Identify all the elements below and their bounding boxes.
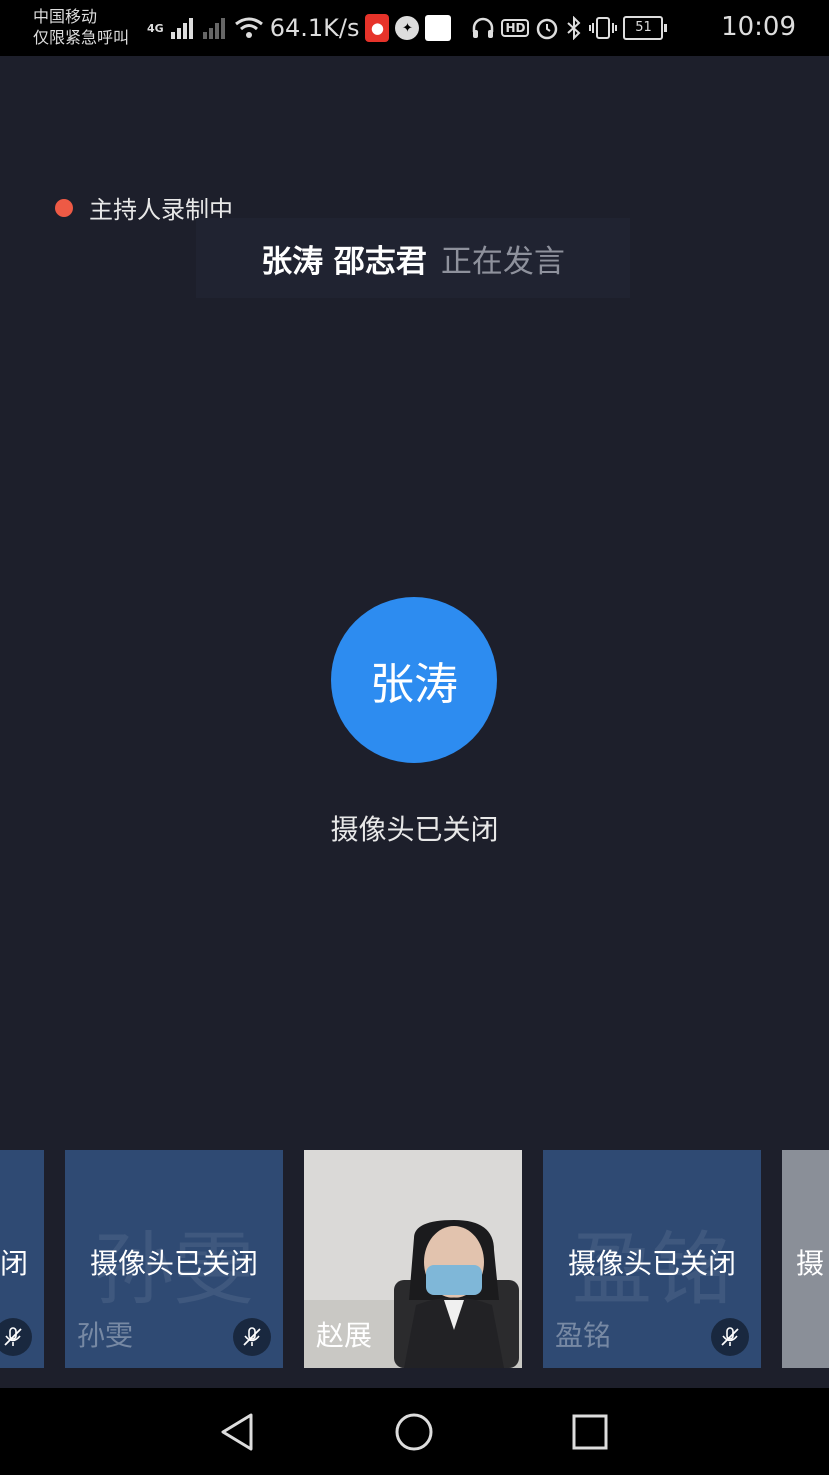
signal-icon [170,18,193,39]
speaking-status: 正在发言 [440,243,565,280]
navigation-bar [0,1388,829,1475]
carrier-info: 中国移动 仅限紧急呼叫 [33,6,129,48]
participant-tile[interactable]: 孙雯 摄像头已关闭 孙雯 [65,1150,283,1368]
mic-muted-icon [233,1318,271,1356]
participant-tile[interactable]: 闭 [0,1150,44,1368]
youku-icon [425,15,452,41]
participant-camera-status: 摄 [796,1247,825,1280]
signal-empty-icon [202,18,225,39]
mic-muted-icon [711,1318,749,1356]
participant-tile[interactable]: 摄 [782,1150,829,1368]
participant-name: 盈铭 [555,1319,612,1352]
status-icons: 4G 64.1K/s ● ✦ HD 51 [147,12,668,44]
mic-recording-icon: ● [365,14,390,42]
participant-camera-status: 摄像头已关闭 [567,1247,736,1280]
participant-video-tile[interactable]: 赵展 [304,1150,522,1368]
status-bar: 中国移动 仅限紧急呼叫 4G 64.1K/s ● ✦ HD 51 10:09 [0,0,829,56]
home-circle-icon[interactable] [390,1408,438,1456]
recording-dot-icon [55,198,73,217]
back-triangle-icon[interactable] [213,1408,261,1456]
main-speaker-avatar[interactable]: 张涛 [331,597,497,763]
headphones-icon [473,17,494,38]
bluetooth-icon [567,16,581,40]
alarm-icon [537,18,558,40]
mic-muted-icon [0,1318,32,1356]
app-notification-icon: ✦ [395,16,420,40]
carrier-emergency: 仅限紧急呼叫 [33,28,130,47]
hd-icon: HD [501,19,530,37]
carrier-name: 中国移动 [33,7,98,26]
network-type: 4G [147,21,164,35]
main-camera-status: 摄像头已关闭 [330,813,499,846]
participant-tile[interactable]: 盈铭 摄像头已关闭 盈铭 [543,1150,761,1368]
speaker-names: 张涛 邵志君 [261,243,427,280]
active-speaker-banner: 张涛 邵志君 正在发言 [196,218,630,298]
wifi-icon [234,17,263,38]
battery-icon: 51 [623,16,668,40]
vibrate-icon [589,17,618,39]
participant-camera-status: 闭 [0,1247,28,1280]
participant-strip[interactable]: 闭 孙雯 摄像头已关闭 孙雯 赵展 盈铭 摄像头已关闭 盈铭 摄 [0,1150,829,1368]
participant-name: 孙雯 [77,1319,134,1352]
network-speed: 64.1K/s [269,14,360,42]
recents-square-icon[interactable] [566,1408,614,1456]
clock: 10:09 [721,12,796,42]
participant-name: 赵展 [316,1319,373,1352]
participant-camera-status: 摄像头已关闭 [89,1247,258,1280]
